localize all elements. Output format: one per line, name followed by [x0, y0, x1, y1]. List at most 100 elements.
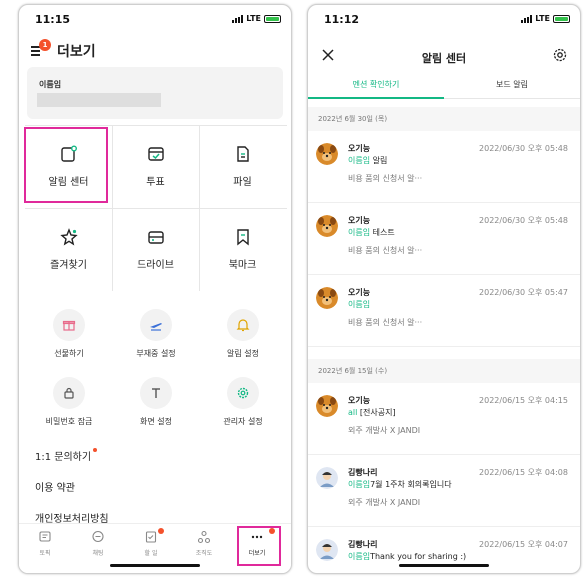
- sender-name: 오기능: [348, 216, 371, 225]
- tab-board-alerts[interactable]: 보드 알림: [444, 73, 580, 99]
- status-bar: 11:12 LTE .: [308, 5, 580, 33]
- page-title: 더보기: [57, 44, 96, 60]
- tab-chat[interactable]: 채팅: [72, 530, 124, 557]
- vote-icon: [147, 147, 164, 161]
- tool-alert-settings[interactable]: 알림 설정: [198, 309, 288, 359]
- grid-label: 파일: [233, 177, 252, 188]
- status-bar: 11:15 LTE .: [19, 5, 291, 33]
- profile-name: 이름임: [39, 80, 62, 89]
- link-inquiry[interactable]: 1:1 문의하기: [35, 448, 98, 463]
- battery-icon: .: [553, 14, 570, 23]
- gear-icon: [237, 387, 249, 399]
- dog-avatar: [316, 215, 338, 237]
- new-dot: [158, 528, 164, 534]
- noti-time: 2022/06/15 오후 04:07: [479, 540, 568, 549]
- chat-icon: [92, 530, 104, 543]
- noti-time: 2022/06/15 오후 04:08: [479, 468, 568, 477]
- tool-label: 화면 설정: [140, 417, 172, 426]
- more-header: 1 더보기: [31, 39, 279, 63]
- noti-header: 알림 센터: [308, 43, 580, 71]
- bookmark-icon: [236, 229, 249, 246]
- todo-icon: [145, 531, 157, 543]
- drive-icon: [147, 231, 164, 244]
- date-header: 2022년 6월 15일 (수): [308, 359, 580, 383]
- bottom-tab-bar: 토픽 채팅 할 일 조직도 더보기: [19, 523, 291, 573]
- noti-message: 이름임 테스트: [348, 228, 395, 237]
- noti-topic: 비용 품의 신청서 알···: [348, 318, 423, 327]
- tool-screen-settings[interactable]: 화면 설정: [111, 377, 201, 427]
- signal-group: LTE .: [232, 14, 281, 23]
- tool-password-lock[interactable]: 비밀번호 잠금: [24, 377, 114, 427]
- noti-topic: 외주 개발사 X JANDI: [348, 498, 421, 507]
- tab-topic[interactable]: 토픽: [19, 530, 71, 557]
- page-title: 알림 센터: [421, 52, 467, 65]
- grid-label: 즐겨찾기: [50, 260, 87, 271]
- grid-label: 북마크: [228, 260, 257, 271]
- grid-vote[interactable]: 투표: [112, 125, 199, 208]
- tool-label: 알림 설정: [227, 349, 259, 358]
- tab-org[interactable]: 조직도: [178, 530, 230, 557]
- sender-name: 오기능: [348, 144, 371, 153]
- tool-away[interactable]: 부재중 설정: [111, 309, 201, 359]
- tool-label: 관리자 설정: [223, 417, 263, 426]
- notification-item[interactable]: 오기능 2022/06/30 오후 05:48 이름임 알림 비용 품의 신청서…: [308, 131, 580, 203]
- notification-item[interactable]: 오기능 2022/06/30 오후 05:48 이름임 테스트 비용 품의 신청…: [308, 203, 580, 275]
- dog-avatar: [316, 287, 338, 309]
- grid-file[interactable]: 파일: [199, 125, 286, 208]
- tool-label: 선물하기: [54, 349, 84, 358]
- tab-todo[interactable]: 할 일: [125, 528, 177, 557]
- link-terms[interactable]: 이용 약관: [35, 479, 75, 494]
- signal-icon: [521, 14, 533, 23]
- lock-icon: [64, 387, 74, 399]
- home-indicator: [399, 564, 489, 567]
- noti-time: 2022/06/30 오후 05:48: [479, 216, 568, 225]
- grid-drive[interactable]: 드라이브: [112, 208, 199, 291]
- airplane-icon: [150, 323, 162, 331]
- grid-label: 드라이브: [137, 260, 174, 271]
- tool-admin-settings[interactable]: 관리자 설정: [198, 377, 288, 427]
- sender-name: 김빵나리: [348, 540, 378, 549]
- topic-icon: [39, 531, 51, 542]
- grid-bookmark[interactable]: 북마크: [199, 208, 286, 291]
- star-icon: [59, 228, 78, 246]
- carrier-label: LTE: [535, 14, 550, 23]
- noti-topic: 비용 품의 신청서 알···: [348, 174, 423, 183]
- grid-label: 투표: [146, 177, 165, 188]
- battery-icon: .: [264, 14, 281, 23]
- noti-topic: 비용 품의 신청서 알···: [348, 246, 423, 255]
- person-avatar: [316, 467, 338, 489]
- tool-label: 부재중 설정: [136, 349, 176, 358]
- tool-gift[interactable]: 선물하기: [24, 309, 114, 359]
- profile-card[interactable]: 이름임: [27, 67, 283, 119]
- signal-icon: [232, 14, 244, 23]
- signal-group: LTE .: [521, 14, 570, 23]
- gear-icon[interactable]: [552, 47, 568, 63]
- carrier-label: LTE: [246, 14, 261, 23]
- sender-name: 오기능: [348, 396, 371, 405]
- noti-message: 이름임 알림: [348, 156, 388, 165]
- highlight-box: [24, 127, 108, 203]
- noti-time: 2022/06/30 오후 05:48: [479, 144, 568, 153]
- notification-center-screen: 11:12 LTE . 알림 센터 멘션 확인하기 보드 알림 2022년 6월…: [307, 4, 581, 574]
- notification-item[interactable]: 오기능 2022/06/30 오후 05:47 이름임 비용 품의 신청서 알·…: [308, 275, 580, 347]
- person-avatar: [316, 539, 338, 561]
- sender-name: 김빵나리: [348, 468, 378, 477]
- org-chart-icon: [197, 530, 211, 544]
- noti-topic: 외주 개발사 X JANDI: [348, 426, 421, 435]
- noti-message: 이름임7월 1주차 회의록입니다: [348, 480, 452, 489]
- grid-favorites[interactable]: 즐겨찾기: [25, 208, 112, 291]
- tool-label: 비밀번호 잠금: [45, 417, 93, 426]
- bell-icon: [236, 319, 250, 332]
- date-header: 2022년 6월 30일 (목): [308, 107, 580, 131]
- noti-message: all [전사공지]: [348, 408, 396, 417]
- dog-avatar: [316, 395, 338, 417]
- profile-status-placeholder: [37, 93, 161, 107]
- new-dot: [93, 448, 98, 452]
- noti-message: 이름임Thank you for sharing :): [348, 552, 467, 561]
- menu-icon[interactable]: 1: [31, 39, 51, 57]
- noti-message: 이름임: [348, 300, 371, 309]
- tab-mentions[interactable]: 멘션 확인하기: [308, 73, 444, 99]
- notification-item[interactable]: 김빵나리 2022/06/15 오후 04:08 이름임7월 1주차 회의록입니…: [308, 455, 580, 527]
- text-icon: [152, 388, 160, 398]
- notification-item[interactable]: 오기능 2022/06/15 오후 04:15 all [전사공지] 외주 개발…: [308, 383, 580, 455]
